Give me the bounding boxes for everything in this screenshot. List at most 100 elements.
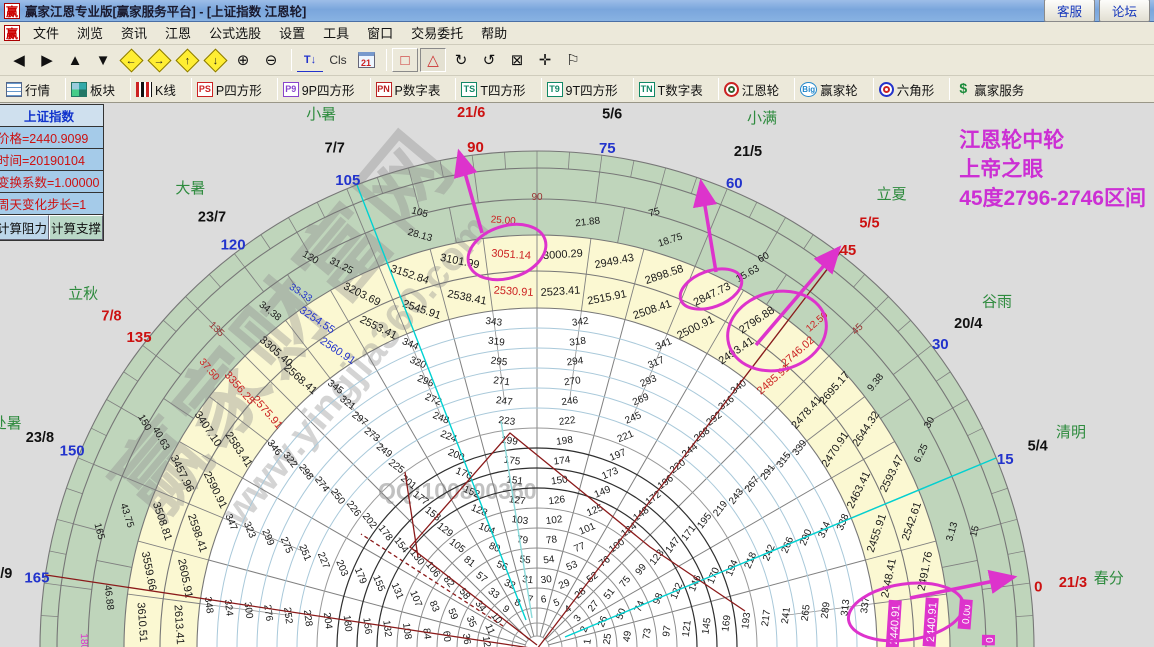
- pan-down-button[interactable]: ↓: [202, 48, 228, 72]
- zoom-in-button[interactable]: ⊕: [230, 48, 256, 72]
- menu-帮助[interactable]: 帮助: [472, 24, 516, 43]
- nav-down-button[interactable]: ▼: [90, 48, 116, 72]
- svg-text:295: 295: [490, 355, 508, 368]
- toolbar-separator: [949, 78, 950, 100]
- app-window: { "window": { "title": "赢家江恩专业版[赢家服务平台] …: [0, 0, 1154, 647]
- spiral-cell: 73: [641, 627, 653, 640]
- tool-江恩轮[interactable]: 江恩轮: [724, 80, 780, 99]
- hex-icon: [879, 82, 894, 97]
- svg-text:121: 121: [681, 619, 694, 637]
- tool-赢家服务[interactable]: $赢家服务: [955, 80, 1024, 99]
- svg-text:217: 217: [760, 609, 773, 627]
- customer-service-button[interactable]: 客服: [1044, 0, 1095, 22]
- index-name: 上证指数: [0, 105, 103, 127]
- toolbar-separator: [65, 78, 66, 100]
- calc-resistance-button[interactable]: 计算阻力: [0, 215, 49, 240]
- tool-label: 9P四方形: [302, 80, 355, 99]
- tool-P数字表[interactable]: PNP数字表: [376, 80, 441, 99]
- tool-赢家轮[interactable]: Big赢家轮: [800, 80, 858, 99]
- spiral-cell: 121: [681, 619, 694, 637]
- svg-text:276: 276: [261, 604, 274, 622]
- svg-text:175: 175: [503, 455, 521, 468]
- spiral-cell: 78: [545, 534, 558, 546]
- pan-down-icon: ↓: [203, 48, 227, 72]
- tool-label: 行情: [25, 80, 50, 99]
- PS-icon: PS: [197, 82, 213, 97]
- outer-degree-75: 75: [599, 140, 616, 157]
- svg-text:265: 265: [800, 604, 813, 622]
- svg-text:271: 271: [493, 375, 511, 388]
- spiral-cell: 97: [661, 625, 673, 638]
- tool-T四方形[interactable]: TST四方形: [461, 80, 525, 99]
- svg-text:102: 102: [545, 514, 563, 527]
- svg-text:342: 342: [571, 316, 589, 329]
- menu-公式选股[interactable]: 公式选股: [200, 24, 270, 43]
- tool-六角形[interactable]: 六角形: [879, 80, 935, 99]
- T9-icon: T9: [547, 82, 563, 97]
- menu-交易委托[interactable]: 交易委托: [402, 24, 472, 43]
- solar-term-春分: 春分: [1094, 570, 1124, 587]
- svg-text:49: 49: [622, 630, 634, 643]
- menu-浏览[interactable]: 浏览: [68, 24, 112, 43]
- cls-button[interactable]: Cls: [325, 48, 351, 72]
- blocks-icon: [71, 82, 87, 97]
- svg-text:318: 318: [569, 336, 587, 349]
- svg-text:343: 343: [485, 316, 503, 329]
- pan-up-icon: ↑: [175, 48, 199, 72]
- toolbar-separator: [455, 78, 456, 100]
- svg-text:289: 289: [819, 601, 832, 619]
- tool-label: 板块: [90, 80, 115, 99]
- solar-term-立秋: 立秋: [68, 285, 98, 302]
- svg-text:156: 156: [360, 617, 373, 635]
- menu-工具[interactable]: 工具: [314, 24, 358, 43]
- tool-label: 赢家轮: [820, 80, 858, 99]
- calendar-icon: 21: [358, 52, 375, 68]
- tool-P四方形[interactable]: PSP四方形: [197, 80, 262, 99]
- calc-support-button[interactable]: 计算支撑: [49, 215, 103, 240]
- pan-right-button[interactable]: →: [146, 48, 172, 72]
- annotation-line-2: 上帝之眼: [959, 155, 1146, 184]
- t-down-button[interactable]: T↓: [297, 48, 323, 72]
- zoom-out-button[interactable]: ⊖: [258, 48, 284, 72]
- rotate-cw-button[interactable]: ↻: [448, 48, 474, 72]
- menu-文件[interactable]: 文件: [24, 24, 68, 43]
- calendar-button[interactable]: 21: [353, 48, 379, 72]
- annotation-line-1: 江恩轮中轮: [959, 126, 1146, 155]
- pan-left-button[interactable]: ←: [118, 48, 144, 72]
- box-x-button[interactable]: ⊠: [504, 48, 530, 72]
- tool-板块[interactable]: 板块: [71, 80, 115, 99]
- tool-K线[interactable]: K线: [136, 80, 176, 99]
- forum-button[interactable]: 论坛: [1099, 0, 1150, 22]
- panel-row-1: 时间=20190104: [0, 149, 103, 171]
- pan-up-button[interactable]: ↑: [174, 48, 200, 72]
- svg-text:132: 132: [380, 620, 393, 638]
- menu-江恩[interactable]: 江恩: [156, 24, 200, 43]
- spiral-cell: 252: [281, 607, 294, 625]
- triangle-tool-button[interactable]: △: [420, 48, 446, 72]
- tool-9T四方形[interactable]: T99T四方形: [547, 80, 618, 99]
- tool-label: 赢家服务: [974, 80, 1024, 99]
- svg-text:169: 169: [720, 614, 733, 632]
- svg-text:84: 84: [420, 628, 432, 641]
- tool-行情[interactable]: 行情: [6, 80, 50, 99]
- P9-icon: P9: [283, 82, 299, 97]
- spiral-cell: 204: [321, 612, 334, 630]
- square-tool-button[interactable]: □: [392, 48, 418, 72]
- outer-degree-45: 45: [840, 242, 857, 259]
- menu-资讯[interactable]: 资讯: [112, 24, 156, 43]
- nav-up-button[interactable]: ▲: [62, 48, 88, 72]
- tool-9P四方形[interactable]: P99P四方形: [283, 80, 355, 99]
- flag-button[interactable]: ⚐: [560, 48, 586, 72]
- spiral-cell: 270: [563, 375, 581, 388]
- date-label-7-8: 7/8: [101, 309, 121, 325]
- center-move-button[interactable]: ✛: [532, 48, 558, 72]
- menu-设置[interactable]: 设置: [270, 24, 314, 43]
- tool-T数字表[interactable]: TNT数字表: [639, 80, 703, 99]
- nav-left-button[interactable]: ◀: [6, 48, 32, 72]
- outer-degree-165: 165: [24, 570, 49, 587]
- menu-窗口[interactable]: 窗口: [358, 24, 402, 43]
- nav-right-button[interactable]: ▶: [34, 48, 60, 72]
- rotate-ccw-button[interactable]: ↺: [476, 48, 502, 72]
- svg-text:60: 60: [440, 630, 452, 643]
- spiral-cell: 198: [556, 435, 574, 448]
